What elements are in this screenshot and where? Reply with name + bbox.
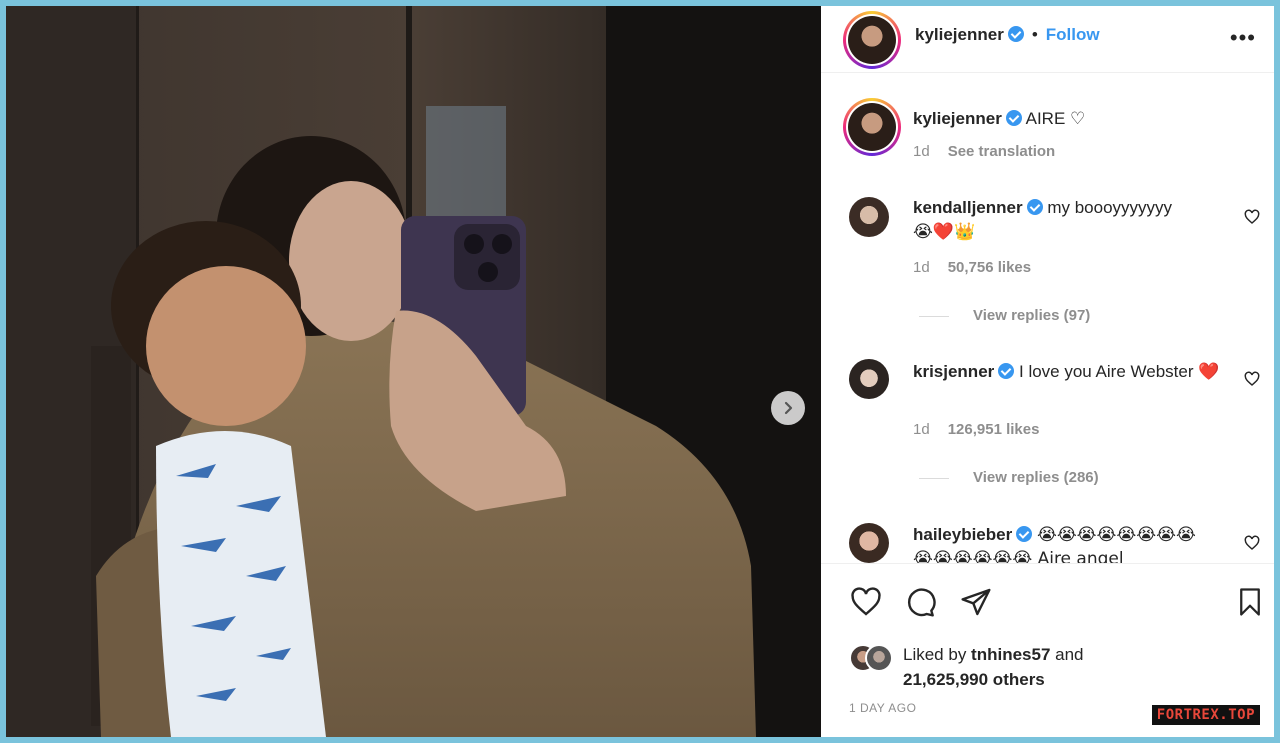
comment-text: kendalljenner my boooyyyyyyy 😭❤️👑 bbox=[913, 196, 1233, 244]
comment-like-heart-icon[interactable] bbox=[1244, 535, 1260, 551]
caption-text: AIRE ♡ bbox=[1025, 109, 1086, 128]
comment-text: krisjenner I love you Aire Webster ❤️ bbox=[913, 360, 1233, 384]
comment-emoji: 😭❤️👑 bbox=[913, 222, 976, 242]
comment-meta: 1d 50,756 likes bbox=[913, 259, 1049, 276]
author-line: kyliejenner • Follow bbox=[915, 25, 1100, 45]
view-replies-button[interactable]: View replies (286) bbox=[919, 469, 1099, 486]
author-username[interactable]: kyliejenner bbox=[915, 25, 1004, 44]
caption-username[interactable]: kyliejenner bbox=[913, 109, 1002, 128]
comment-meta: 1d 126,951 likes bbox=[913, 421, 1057, 438]
liked-by-and: and bbox=[1050, 645, 1084, 664]
verified-badge-icon bbox=[1005, 110, 1022, 126]
post-photo[interactable] bbox=[6, 6, 821, 737]
comment-body: my boooyyyyyyy bbox=[1047, 198, 1173, 217]
comment-username[interactable]: krisjenner bbox=[913, 362, 994, 381]
caption-time: 1d bbox=[913, 143, 930, 160]
comment-emoji: ❤️ bbox=[1198, 362, 1220, 382]
comment-like-heart-icon[interactable] bbox=[1244, 371, 1260, 387]
caption-meta: 1d See translation bbox=[913, 143, 1073, 160]
liked-by-user[interactable]: tnhines57 bbox=[971, 645, 1050, 664]
share-send-icon[interactable] bbox=[959, 586, 993, 618]
post-date[interactable]: 1 DAY AGO bbox=[849, 701, 916, 715]
liked-by-avatars[interactable] bbox=[849, 644, 895, 672]
separator-dot: • bbox=[1031, 25, 1038, 44]
save-bookmark-icon[interactable] bbox=[1235, 586, 1265, 618]
caption-avatar[interactable] bbox=[843, 98, 901, 156]
comments-list[interactable]: kyliejenner AIRE ♡ 1d See translation ken… bbox=[821, 73, 1274, 563]
post-header: kyliejenner • Follow ••• bbox=[821, 6, 1274, 73]
comment-body: 😭😭😭😭😭😭😭😭 bbox=[1036, 525, 1196, 545]
post-side-panel: kyliejenner • Follow ••• kyliejenner AIRE … bbox=[821, 6, 1274, 737]
like-heart-icon[interactable] bbox=[849, 586, 883, 618]
comment-body: I love you Aire Webster bbox=[1019, 362, 1194, 381]
comment-time: 1d bbox=[913, 259, 930, 276]
commenter-avatar[interactable] bbox=[849, 523, 889, 563]
chevron-right-icon bbox=[784, 401, 793, 415]
comment-time: 1d bbox=[913, 421, 930, 438]
comment-text: haileybieber 😭😭😭😭😭😭😭😭 😭😭😭😭😭😭 Aire angel bbox=[913, 523, 1253, 563]
next-photo-button[interactable] bbox=[771, 391, 805, 425]
caption-text-line: kyliejenner AIRE ♡ bbox=[913, 107, 1233, 131]
verified-badge-icon bbox=[1016, 526, 1033, 542]
follow-button[interactable]: Follow bbox=[1046, 25, 1100, 44]
watermark-label: FORTREX.TOP bbox=[1151, 705, 1260, 725]
comment-body-continued: 😭😭😭😭😭😭 Aire angel bbox=[913, 549, 1124, 563]
instagram-post: kyliejenner • Follow ••• kyliejenner AIRE … bbox=[6, 6, 1274, 737]
comment-like-heart-icon[interactable] bbox=[1244, 209, 1260, 225]
likes-count[interactable]: 21,625,990 others bbox=[903, 670, 1045, 689]
view-replies-button[interactable]: View replies (97) bbox=[919, 307, 1090, 324]
verified-badge-icon bbox=[1026, 199, 1043, 215]
commenter-avatar[interactable] bbox=[849, 359, 889, 399]
liked-by-prefix: Liked by bbox=[903, 645, 972, 664]
comment-likes[interactable]: 126,951 likes bbox=[948, 421, 1040, 438]
comment-username[interactable]: haileybieber bbox=[913, 525, 1012, 544]
verified-badge-icon bbox=[1007, 26, 1024, 42]
author-avatar[interactable] bbox=[843, 11, 901, 69]
mirror-selfie-image bbox=[6, 6, 821, 737]
commenter-avatar[interactable] bbox=[849, 197, 889, 237]
likes-summary: Liked by tnhines57 and 21,625,990 others bbox=[903, 642, 1084, 692]
liker-avatar bbox=[865, 644, 893, 672]
more-options-icon[interactable]: ••• bbox=[1230, 27, 1256, 49]
comment-username[interactable]: kendalljenner bbox=[913, 198, 1023, 217]
verified-badge-icon bbox=[998, 363, 1015, 379]
comment-bubble-icon[interactable] bbox=[903, 586, 937, 618]
comment-likes[interactable]: 50,756 likes bbox=[948, 259, 1031, 276]
see-translation-link[interactable]: See translation bbox=[948, 143, 1056, 160]
